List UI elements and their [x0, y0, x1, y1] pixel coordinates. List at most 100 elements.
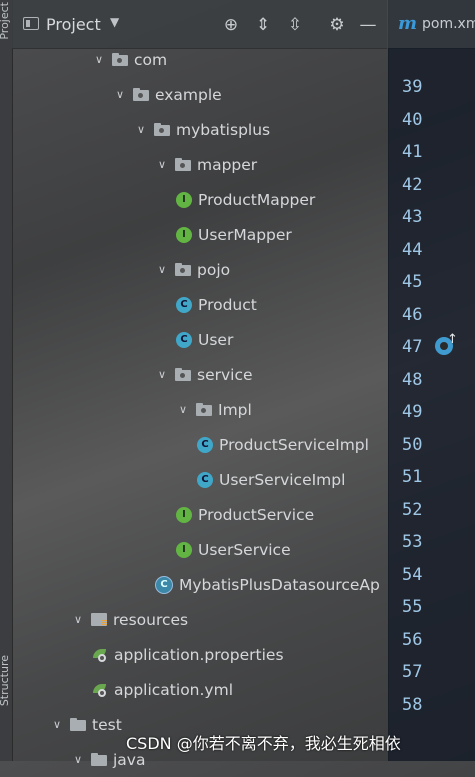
chevron-down-icon[interactable]: ∨: [92, 53, 106, 66]
line-number: 50: [402, 434, 423, 455]
line-number: 45: [402, 272, 423, 292]
tree-node[interactable]: ∨ com: [92, 42, 167, 77]
tree-node-label: example: [155, 85, 222, 104]
tree-node[interactable]: C MybatisPlusDatasourceAp: [155, 567, 380, 602]
implementation-gutter-icon[interactable]: ↑: [435, 332, 459, 358]
tree-node-label: ProductService: [198, 505, 315, 524]
tree-node[interactable]: C Product: [176, 287, 257, 322]
tree-node[interactable]: ∨ test: [50, 707, 122, 742]
tree-node-label: User: [198, 330, 234, 349]
tree-node-label: application.properties: [114, 645, 284, 664]
project-folder-icon: [23, 17, 39, 30]
package-folder-icon: [133, 88, 149, 101]
line-number: 55: [402, 597, 423, 617]
class-icon: C: [176, 296, 192, 313]
package-folder-icon: [154, 123, 170, 136]
line-number: 42: [402, 174, 423, 195]
line-number: 58: [402, 694, 423, 715]
tree-node-label: UserMapper: [198, 225, 292, 244]
class-icon: C: [197, 436, 213, 453]
line-number: 48: [402, 369, 423, 390]
tree-node[interactable]: application.yml: [92, 672, 233, 707]
class-icon: C: [197, 471, 213, 488]
tree-node-label: service: [197, 365, 253, 384]
chevron-down-icon[interactable]: ∨: [113, 88, 127, 101]
tree-node-label: MybatisPlusDatasourceAp: [179, 575, 380, 594]
editor-tab-strip: m pom.xml: [388, 0, 475, 49]
tree-node[interactable]: C UserServiceImpl: [197, 462, 345, 497]
expand-all-icon[interactable]: ⇕: [252, 14, 274, 36]
chevron-down-icon[interactable]: ∨: [71, 753, 85, 766]
folder-icon: [91, 753, 107, 766]
package-folder-icon: [175, 263, 191, 276]
tree-node-label: application.yml: [114, 680, 234, 699]
tree-node[interactable]: I ProductMapper: [176, 182, 315, 217]
project-tool-button[interactable]: Project: [0, 2, 11, 40]
interface-icon: I: [176, 506, 192, 523]
chevron-down-icon[interactable]: ∨: [155, 263, 169, 276]
tree-node-label: mybatisplus: [176, 120, 271, 139]
tree-node-label: Impl: [218, 400, 252, 419]
tree-node-label: pojo: [197, 260, 231, 279]
watermark: CSDN @你若不离不弃，我必生死相依: [126, 734, 401, 753]
tree-node[interactable]: C ProductServiceImpl: [197, 427, 369, 462]
tree-node[interactable]: C User: [176, 322, 233, 357]
line-number: 43: [402, 207, 423, 227]
tree-node[interactable]: I UserService: [176, 532, 291, 567]
tree-node[interactable]: I ProductService: [176, 497, 314, 532]
locate-file-icon[interactable]: ⊕: [220, 14, 242, 36]
interface-icon: I: [176, 191, 192, 208]
chevron-down-icon[interactable]: ∨: [71, 613, 85, 626]
line-number: 51: [402, 467, 423, 487]
tree-node-label: UserServiceImpl: [219, 470, 346, 489]
line-number: 52: [402, 499, 423, 520]
tree-node-label: com: [134, 50, 168, 69]
tree-node-label: Product: [198, 295, 257, 314]
hide-panel-icon[interactable]: —: [357, 14, 379, 36]
line-number: 53: [402, 532, 423, 552]
line-number: 41: [402, 142, 423, 162]
tree-node[interactable]: ∨ Impl: [176, 392, 252, 427]
chevron-down-icon[interactable]: ∨: [155, 158, 169, 171]
chevron-down-icon[interactable]: ∨: [176, 403, 190, 416]
line-number: 46: [402, 304, 423, 325]
tree-node[interactable]: I UserMapper: [176, 217, 292, 252]
package-folder-icon: [112, 53, 128, 66]
tree-node-label: UserService: [198, 540, 291, 559]
class-icon: C: [176, 331, 192, 348]
line-number: 56: [402, 629, 423, 650]
tree-node[interactable]: ∨ pojo: [155, 252, 230, 287]
tool-window-stripe: Project Structure: [0, 0, 13, 761]
line-number: 57: [402, 662, 423, 682]
tree-node[interactable]: ∨ service: [155, 357, 253, 392]
gear-icon[interactable]: ⚙: [326, 14, 348, 36]
project-view-selector[interactable]: Project: [46, 15, 101, 34]
chevron-down-icon[interactable]: ∨: [155, 368, 169, 381]
package-folder-icon: [196, 403, 212, 416]
structure-tool-button[interactable]: Structure: [0, 655, 11, 706]
tree-node[interactable]: ∨ resources: [71, 602, 188, 637]
collapse-all-icon[interactable]: ⇳: [284, 14, 306, 36]
folder-icon: [70, 718, 86, 731]
tree-node[interactable]: application.properties: [92, 637, 284, 672]
tree-node[interactable]: ∨ example: [113, 77, 222, 112]
line-number: 54: [402, 564, 423, 585]
line-number: 40: [402, 109, 423, 130]
tree-node[interactable]: ∨ mybatisplus: [134, 112, 270, 147]
tree-node-label: ProductMapper: [198, 190, 316, 209]
package-folder-icon: [175, 158, 191, 171]
chevron-down-icon[interactable]: ∨: [50, 718, 64, 731]
tree-node-label: mapper: [197, 155, 258, 174]
line-number: 49: [402, 402, 423, 422]
tree-node-label: test: [92, 715, 122, 734]
ide-window: Project Structure Project ▼ ⊕ ⇕ ⇳ ⚙ — ∨ c…: [0, 0, 475, 769]
resources-folder-icon: [91, 613, 107, 626]
interface-icon: I: [176, 226, 192, 243]
spring-config-icon: [92, 682, 108, 698]
chevron-down-icon[interactable]: ∨: [134, 123, 148, 136]
tree-node[interactable]: ∨ mapper: [155, 147, 257, 182]
package-folder-icon: [175, 368, 191, 381]
tree-node-label: ProductServiceImpl: [219, 435, 369, 454]
editor-tab-pom[interactable]: pom.xml: [422, 16, 475, 32]
chevron-down-icon[interactable]: ▼: [110, 15, 119, 29]
